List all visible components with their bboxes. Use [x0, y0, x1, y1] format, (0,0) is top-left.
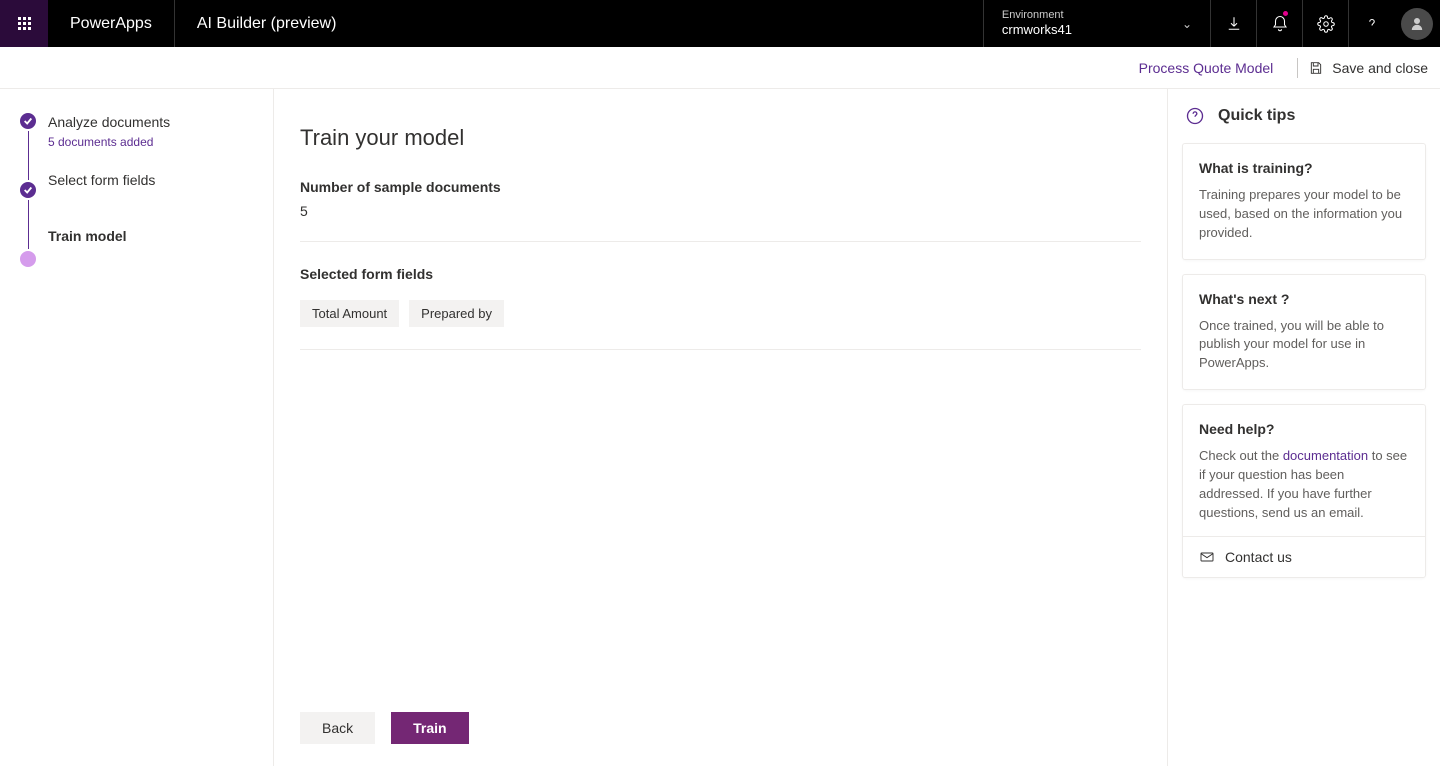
divider — [300, 241, 1141, 242]
tip-body: Check out the documentation to see if yo… — [1199, 447, 1409, 522]
check-icon — [23, 116, 33, 126]
train-button[interactable]: Train — [391, 712, 468, 744]
step-analyze-documents[interactable]: Analyze documents 5 documents added — [48, 113, 170, 171]
tip-card-training: What is training? Training prepares your… — [1182, 143, 1426, 260]
save-and-close-label: Save and close — [1332, 60, 1428, 76]
settings-button[interactable] — [1302, 0, 1348, 47]
step-3-title: Train model — [48, 227, 170, 245]
step-3-icon — [20, 251, 36, 267]
app-launcher-button[interactable] — [0, 0, 48, 47]
sample-documents-value: 5 — [300, 203, 1141, 219]
top-bar: PowerApps AI Builder (preview) Environme… — [0, 0, 1440, 47]
main-panel: Train your model Number of sample docume… — [274, 89, 1168, 766]
chip-prepared-by: Prepared by — [409, 300, 504, 327]
save-and-close-button[interactable]: Save and close — [1308, 60, 1428, 76]
documentation-link[interactable]: documentation — [1283, 448, 1368, 463]
sample-documents-label: Number of sample documents — [300, 179, 1141, 195]
person-icon — [1408, 15, 1426, 33]
check-icon — [23, 185, 33, 195]
step-1-subtitle: 5 documents added — [48, 135, 170, 149]
step-train-model[interactable]: Train model — [48, 227, 170, 267]
question-icon — [1186, 107, 1204, 125]
separator — [1297, 58, 1298, 78]
environment-selector[interactable]: Environment crmworks41 ⌄ — [983, 0, 1210, 47]
quick-tips-title: Quick tips — [1218, 107, 1295, 125]
wizard-steps: Analyze documents 5 documents added Sele… — [0, 89, 274, 766]
back-button[interactable]: Back — [300, 712, 375, 744]
step-select-form-fields[interactable]: Select form fields — [48, 171, 170, 227]
model-name-link[interactable]: Process Quote Model — [1139, 60, 1274, 76]
step-2-icon — [20, 182, 36, 198]
environment-name: crmworks41 — [1002, 22, 1072, 38]
help-button[interactable] — [1348, 0, 1394, 47]
page-title: AI Builder (preview) — [175, 0, 359, 47]
contact-us-link[interactable]: Contact us — [1183, 536, 1425, 577]
download-icon — [1225, 15, 1243, 33]
footer-actions: Back Train — [274, 694, 1167, 766]
waffle-icon — [18, 17, 31, 30]
tip-heading: What is training? — [1199, 160, 1409, 176]
brand-label: PowerApps — [48, 0, 175, 47]
tip-body: Training prepares your model to be used,… — [1199, 186, 1409, 243]
notification-dot — [1282, 10, 1289, 17]
tip-heading: Need help? — [1199, 421, 1409, 437]
notifications-button[interactable] — [1256, 0, 1302, 47]
step-1-title: Analyze documents — [48, 113, 170, 131]
environment-label: Environment — [1002, 9, 1072, 22]
selected-fields-chips: Total Amount Prepared by — [300, 300, 1141, 327]
step-2-title: Select form fields — [48, 171, 170, 189]
mail-icon — [1199, 549, 1215, 565]
chevron-down-icon: ⌄ — [1182, 17, 1192, 31]
selected-fields-label: Selected form fields — [300, 266, 1141, 282]
tip-body: Once trained, you will be able to publis… — [1199, 317, 1409, 374]
tip-heading: What's next ? — [1199, 291, 1409, 307]
avatar — [1401, 8, 1433, 40]
quick-tips-panel: Quick tips What is training? Training pr… — [1168, 89, 1440, 766]
step-1-icon — [20, 113, 36, 129]
divider — [300, 349, 1141, 350]
bell-icon — [1271, 15, 1289, 33]
contact-us-label: Contact us — [1225, 549, 1292, 565]
tip-card-need-help: Need help? Check out the documentation t… — [1182, 404, 1426, 578]
gear-icon — [1317, 15, 1335, 33]
account-button[interactable] — [1394, 0, 1440, 47]
save-icon — [1308, 60, 1324, 76]
subheader: Process Quote Model Save and close — [0, 47, 1440, 89]
chip-total-amount: Total Amount — [300, 300, 399, 327]
main-heading: Train your model — [300, 125, 1141, 151]
download-button[interactable] — [1210, 0, 1256, 47]
question-icon — [1363, 15, 1381, 33]
tip-card-whats-next: What's next ? Once trained, you will be … — [1182, 274, 1426, 391]
